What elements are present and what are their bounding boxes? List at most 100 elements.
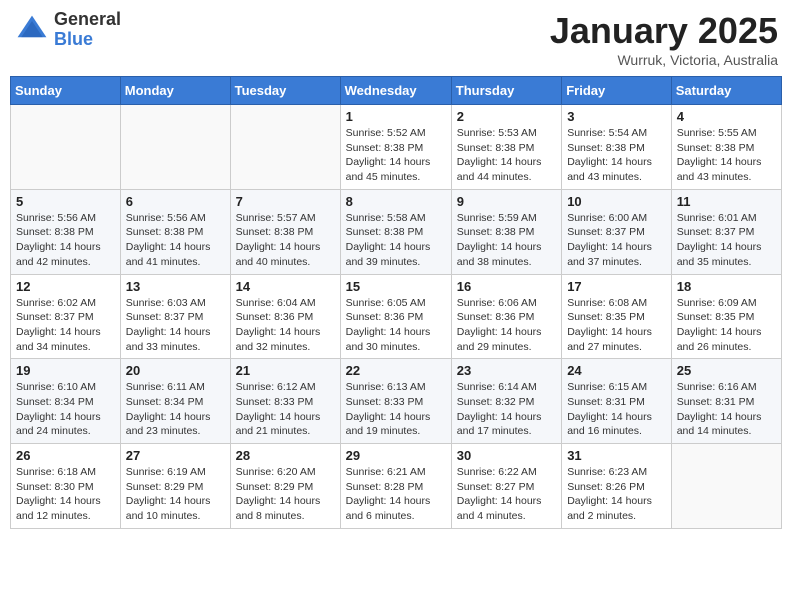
day-info: Sunrise: 6:10 AM Sunset: 8:34 PM Dayligh… (16, 380, 115, 439)
day-header-wednesday: Wednesday (340, 77, 451, 105)
calendar-cell: 3 Sunrise: 5:54 AM Sunset: 8:38 PM Daylig… (562, 105, 672, 190)
calendar-week-3: 12Sunrise: 6:02 AM Sunset: 8:37 PM Dayli… (11, 274, 782, 359)
calendar-cell: 17 Sunrise: 6:08 AM Sunset: 8:35 PM Dayli… (562, 274, 672, 359)
day-number: 14 (236, 279, 335, 294)
day-number: 17 (567, 279, 666, 294)
day-number: 6 (126, 194, 225, 209)
day-info: Sunrise: 5:54 AM Sunset: 8:38 PM Dayligh… (567, 126, 666, 185)
day-number: 4 (677, 109, 776, 124)
day-number: 11 (677, 194, 776, 209)
calendar-cell: 5 Sunrise: 5:56 AM Sunset: 8:38 PM Daylig… (11, 189, 121, 274)
calendar-week-4: 19Sunrise: 6:10 AM Sunset: 8:34 PM Dayli… (11, 359, 782, 444)
calendar-cell: 10 Sunrise: 6:00 AM Sunset: 8:37 PM Dayli… (562, 189, 672, 274)
calendar-cell: 1 Sunrise: 5:52 AM Sunset: 8:38 PM Daylig… (340, 105, 451, 190)
calendar-cell: 25 Sunrise: 6:16 AM Sunset: 8:31 PM Dayli… (671, 359, 781, 444)
day-info: Sunrise: 6:21 AM Sunset: 8:28 PM Dayligh… (346, 465, 446, 524)
day-info: Sunrise: 6:19 AM Sunset: 8:29 PM Dayligh… (126, 465, 225, 524)
day-info: Sunrise: 5:55 AM Sunset: 8:38 PM Dayligh… (677, 126, 776, 185)
day-number: 5 (16, 194, 115, 209)
calendar-cell: 21Sunrise: 6:12 AM Sunset: 8:33 PM Dayli… (230, 359, 340, 444)
calendar-cell: 30Sunrise: 6:22 AM Sunset: 8:27 PM Dayli… (451, 444, 561, 529)
day-number: 20 (126, 363, 225, 378)
day-info: Sunrise: 6:15 AM Sunset: 8:31 PM Dayligh… (567, 380, 666, 439)
day-info: Sunrise: 6:03 AM Sunset: 8:37 PM Dayligh… (126, 296, 225, 355)
day-number: 8 (346, 194, 446, 209)
day-info: Sunrise: 5:58 AM Sunset: 8:38 PM Dayligh… (346, 211, 446, 270)
day-number: 27 (126, 448, 225, 463)
day-info: Sunrise: 6:09 AM Sunset: 8:35 PM Dayligh… (677, 296, 776, 355)
calendar-cell: 15 Sunrise: 6:05 AM Sunset: 8:36 PM Dayli… (340, 274, 451, 359)
day-number: 7 (236, 194, 335, 209)
logo-text: General Blue (54, 10, 121, 50)
day-number: 13 (126, 279, 225, 294)
day-info: Sunrise: 6:16 AM Sunset: 8:31 PM Dayligh… (677, 380, 776, 439)
calendar-cell (11, 105, 121, 190)
logo-blue: Blue (54, 30, 121, 50)
day-number: 30 (457, 448, 556, 463)
day-info: Sunrise: 6:13 AM Sunset: 8:33 PM Dayligh… (346, 380, 446, 439)
calendar-cell: 18 Sunrise: 6:09 AM Sunset: 8:35 PM Dayli… (671, 274, 781, 359)
calendar-location: Wurruk, Victoria, Australia (550, 52, 778, 68)
day-number: 25 (677, 363, 776, 378)
page-header: General Blue January 2025 Wurruk, Victor… (10, 10, 782, 68)
day-info: Sunrise: 5:56 AM Sunset: 8:38 PM Dayligh… (16, 211, 115, 270)
calendar-cell: 12Sunrise: 6:02 AM Sunset: 8:37 PM Dayli… (11, 274, 121, 359)
calendar-cell: 31 Sunrise: 6:23 AM Sunset: 8:26 PM Dayli… (562, 444, 672, 529)
calendar-week-2: 5 Sunrise: 5:56 AM Sunset: 8:38 PM Daylig… (11, 189, 782, 274)
calendar-cell: 19Sunrise: 6:10 AM Sunset: 8:34 PM Dayli… (11, 359, 121, 444)
calendar-week-5: 26Sunrise: 6:18 AM Sunset: 8:30 PM Dayli… (11, 444, 782, 529)
day-info: Sunrise: 5:52 AM Sunset: 8:38 PM Dayligh… (346, 126, 446, 185)
day-info: Sunrise: 6:06 AM Sunset: 8:36 PM Dayligh… (457, 296, 556, 355)
calendar-cell: 9 Sunrise: 5:59 AM Sunset: 8:38 PM Daylig… (451, 189, 561, 274)
calendar-cell: 26Sunrise: 6:18 AM Sunset: 8:30 PM Dayli… (11, 444, 121, 529)
days-header-row: SundayMondayTuesdayWednesdayThursdayFrid… (11, 77, 782, 105)
calendar-cell (230, 105, 340, 190)
title-block: January 2025 Wurruk, Victoria, Australia (550, 10, 778, 68)
day-number: 15 (346, 279, 446, 294)
day-info: Sunrise: 6:01 AM Sunset: 8:37 PM Dayligh… (677, 211, 776, 270)
day-number: 2 (457, 109, 556, 124)
day-header-monday: Monday (120, 77, 230, 105)
logo-icon (14, 12, 50, 48)
day-info: Sunrise: 6:05 AM Sunset: 8:36 PM Dayligh… (346, 296, 446, 355)
calendar-cell: 20 Sunrise: 6:11 AM Sunset: 8:34 PM Dayli… (120, 359, 230, 444)
calendar-cell: 29 Sunrise: 6:21 AM Sunset: 8:28 PM Dayli… (340, 444, 451, 529)
day-info: Sunrise: 6:23 AM Sunset: 8:26 PM Dayligh… (567, 465, 666, 524)
day-info: Sunrise: 6:04 AM Sunset: 8:36 PM Dayligh… (236, 296, 335, 355)
day-number: 22 (346, 363, 446, 378)
day-number: 23 (457, 363, 556, 378)
calendar-cell: 16Sunrise: 6:06 AM Sunset: 8:36 PM Dayli… (451, 274, 561, 359)
calendar-cell: 7Sunrise: 5:57 AM Sunset: 8:38 PM Daylig… (230, 189, 340, 274)
day-number: 29 (346, 448, 446, 463)
day-info: Sunrise: 6:08 AM Sunset: 8:35 PM Dayligh… (567, 296, 666, 355)
day-header-tuesday: Tuesday (230, 77, 340, 105)
day-header-friday: Friday (562, 77, 672, 105)
day-number: 9 (457, 194, 556, 209)
day-number: 10 (567, 194, 666, 209)
day-number: 21 (236, 363, 335, 378)
calendar-body: 1 Sunrise: 5:52 AM Sunset: 8:38 PM Daylig… (11, 105, 782, 529)
calendar-cell: 2Sunrise: 5:53 AM Sunset: 8:38 PM Daylig… (451, 105, 561, 190)
day-header-sunday: Sunday (11, 77, 121, 105)
calendar-cell: 6 Sunrise: 5:56 AM Sunset: 8:38 PM Daylig… (120, 189, 230, 274)
day-number: 18 (677, 279, 776, 294)
day-number: 1 (346, 109, 446, 124)
calendar-table: SundayMondayTuesdayWednesdayThursdayFrid… (10, 76, 782, 529)
calendar-title: January 2025 (550, 10, 778, 52)
day-info: Sunrise: 5:56 AM Sunset: 8:38 PM Dayligh… (126, 211, 225, 270)
day-info: Sunrise: 6:11 AM Sunset: 8:34 PM Dayligh… (126, 380, 225, 439)
day-number: 12 (16, 279, 115, 294)
day-info: Sunrise: 5:59 AM Sunset: 8:38 PM Dayligh… (457, 211, 556, 270)
calendar-cell: 4 Sunrise: 5:55 AM Sunset: 8:38 PM Daylig… (671, 105, 781, 190)
calendar-cell (671, 444, 781, 529)
day-number: 31 (567, 448, 666, 463)
calendar-cell: 11 Sunrise: 6:01 AM Sunset: 8:37 PM Dayli… (671, 189, 781, 274)
logo-general: General (54, 10, 121, 30)
day-number: 3 (567, 109, 666, 124)
day-info: Sunrise: 6:00 AM Sunset: 8:37 PM Dayligh… (567, 211, 666, 270)
calendar-cell: 13 Sunrise: 6:03 AM Sunset: 8:37 PM Dayli… (120, 274, 230, 359)
calendar-cell: 22 Sunrise: 6:13 AM Sunset: 8:33 PM Dayli… (340, 359, 451, 444)
calendar-cell (120, 105, 230, 190)
calendar-cell: 24Sunrise: 6:15 AM Sunset: 8:31 PM Dayli… (562, 359, 672, 444)
day-info: Sunrise: 6:20 AM Sunset: 8:29 PM Dayligh… (236, 465, 335, 524)
